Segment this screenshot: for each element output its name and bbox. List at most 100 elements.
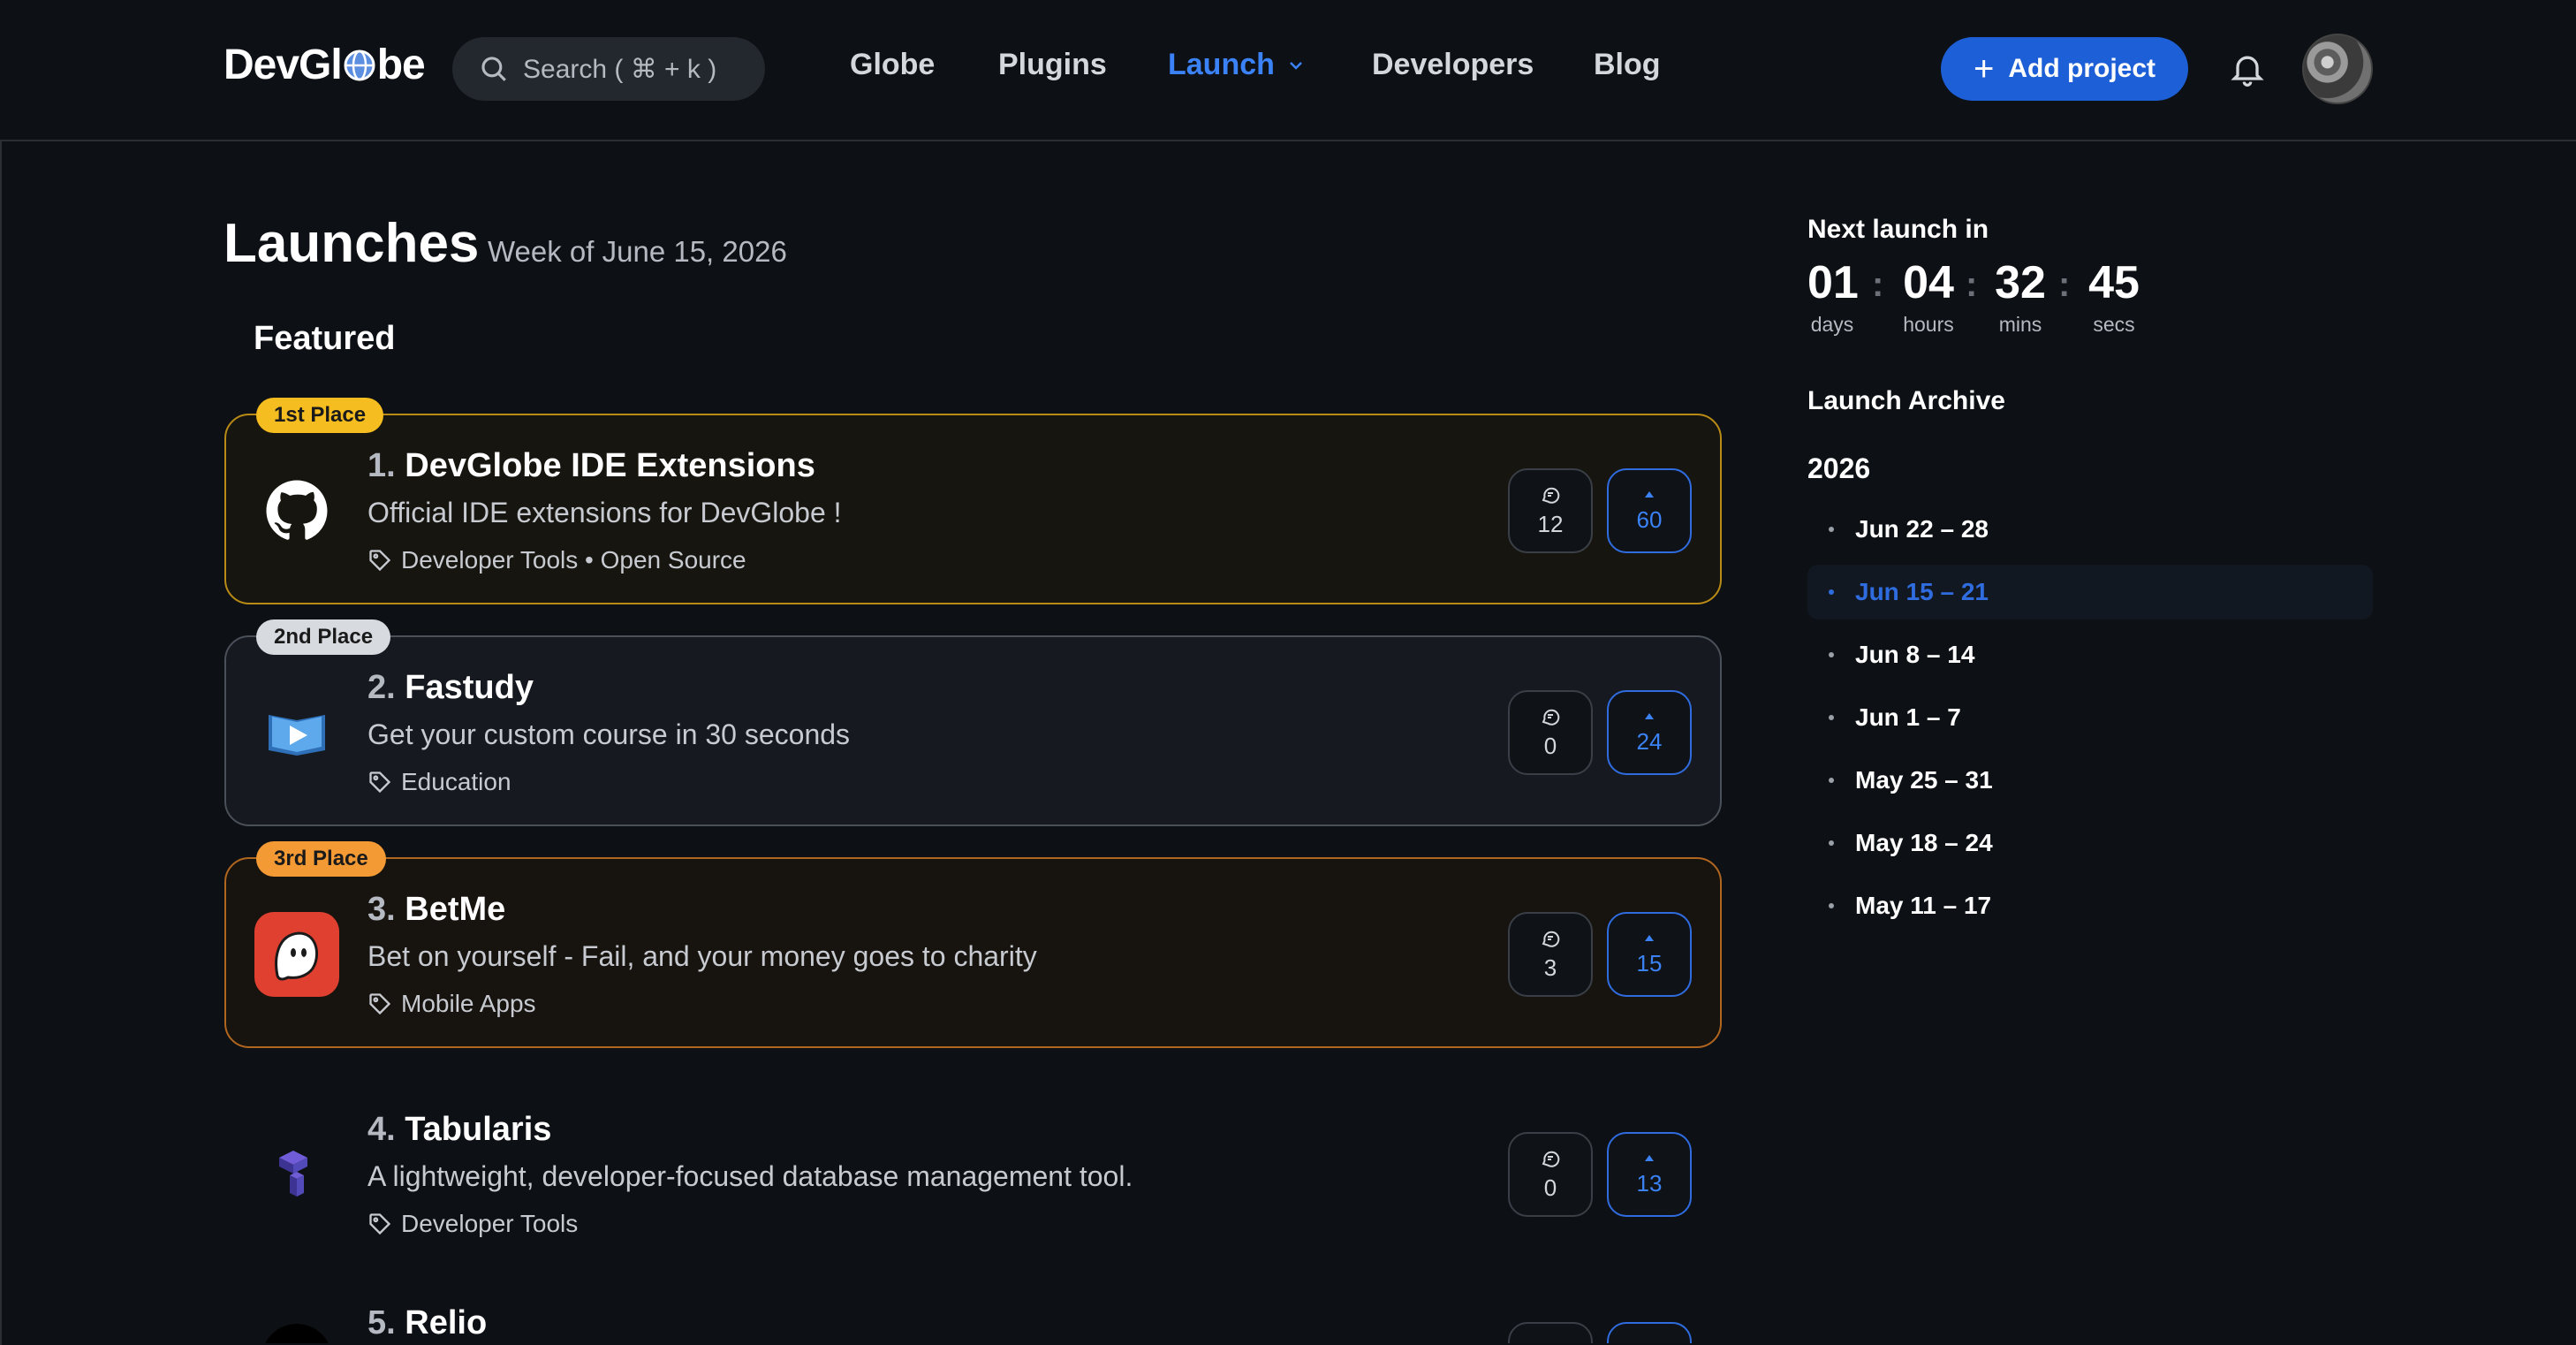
tag-icon — [369, 1213, 391, 1235]
archive-week-item[interactable]: May 18 – 24 — [1807, 816, 2373, 870]
nav-launch[interactable]: Launch — [1168, 48, 1307, 82]
upvote-button[interactable]: 13 — [1607, 1132, 1692, 1217]
upvote-button[interactable]: 60 — [1607, 468, 1692, 553]
archive-week-label: Jun 1 – 7 — [1855, 703, 1961, 731]
tag-icon — [369, 993, 391, 1015]
archive-week-label: Jun 8 – 14 — [1855, 641, 1975, 668]
product-rank: 2. — [367, 669, 396, 706]
top-navbar: DevGl be Search ( ⌘ + k ) Globe Plugins … — [0, 0, 2576, 141]
search-input[interactable]: Search ( ⌘ + k ) — [452, 37, 765, 101]
play-book-icon — [254, 690, 339, 775]
product-title: BetMe — [405, 891, 506, 928]
caret-up-icon — [1645, 1154, 1654, 1161]
comment-icon — [1542, 487, 1560, 504]
comments-button[interactable]: 3 — [1508, 912, 1593, 997]
archive-week-item[interactable]: May 11 – 17 — [1807, 878, 2373, 933]
bullet-icon — [1829, 903, 1834, 908]
launch-card[interactable]: 2nd Place 2. Fastudy Get your custom cou… — [224, 619, 1722, 826]
search-placeholder: Search ( ⌘ + k ) — [523, 54, 717, 84]
countdown-mins-label: mins — [1998, 313, 2042, 336]
circle-logo-icon — [261, 1324, 332, 1343]
nav-launch-label: Launch — [1168, 48, 1275, 81]
product-name[interactable]: 1. DevGlobe IDE Extensions — [367, 447, 815, 485]
search-icon — [481, 57, 506, 81]
countdown-separator: : — [1872, 265, 1884, 304]
launch-card[interactable]: 1st Place 1. DevGlobe IDE Extensions Off… — [224, 398, 1722, 604]
archive-week-label: May 18 – 24 — [1855, 829, 1993, 856]
comments-button[interactable]: 12 — [1508, 468, 1593, 553]
user-avatar[interactable] — [2302, 34, 2373, 104]
product-name[interactable]: 2. Fastudy — [367, 669, 534, 707]
product-title: DevGlobe IDE Extensions — [405, 447, 815, 484]
vote-count: 60 — [1636, 505, 1663, 533]
archive-week-item[interactable]: Jun 8 – 14 — [1807, 627, 2373, 682]
bullet-icon — [1829, 589, 1834, 595]
tag-list[interactable]: Developer Tools — [401, 1210, 578, 1238]
upvote-button[interactable]: 24 — [1607, 690, 1692, 775]
archive-week-item[interactable]: Jun 1 – 7 — [1807, 690, 2373, 745]
bullet-icon — [1829, 778, 1834, 783]
add-project-button[interactable]: + Add project — [1941, 37, 2188, 101]
launch-card[interactable]: 4. Tabularis A lightweight, developer-fo… — [224, 1077, 1722, 1268]
bullet-icon — [1829, 840, 1834, 846]
chevron-down-icon — [1290, 61, 1302, 70]
tag-icon — [369, 771, 391, 794]
upvote-button[interactable] — [1607, 1322, 1692, 1343]
nav-globe[interactable]: Globe — [850, 48, 935, 82]
tag-list[interactable]: Developer Tools • Open Source — [401, 546, 746, 574]
nav-blog[interactable]: Blog — [1594, 48, 1661, 82]
countdown-hours: 04 hours — [1900, 256, 1957, 337]
comment-icon — [1542, 1151, 1560, 1167]
tag-list[interactable]: Mobile Apps — [401, 990, 536, 1018]
add-project-label: Add project — [2008, 54, 2156, 83]
countdown-hours-label: hours — [1903, 313, 1954, 336]
comments-button[interactable]: 0 — [1508, 690, 1593, 775]
product-description: A lightweight, developer-focused databas… — [367, 1160, 1133, 1192]
plus-icon: + — [1973, 49, 1995, 88]
nav-developers[interactable]: Developers — [1372, 48, 1534, 82]
product-rank: 4. — [367, 1111, 396, 1148]
countdown-days-label: days — [1810, 313, 1854, 336]
product-rank: 1. — [367, 447, 396, 484]
upvote-button[interactable]: 15 — [1607, 912, 1692, 997]
github-icon — [254, 468, 339, 553]
tag-icon — [369, 550, 391, 572]
tag-list[interactable]: Education — [401, 768, 511, 796]
product-name[interactable]: 4. Tabularis — [367, 1111, 551, 1149]
archive-week-item[interactable]: Jun 22 – 28 — [1807, 502, 2373, 557]
logo-text-end: be — [376, 42, 426, 88]
product-title: Relio — [405, 1304, 488, 1341]
countdown-days-value: 01 — [1807, 257, 1859, 308]
page-subtitle: Week of June 15, 2026 — [488, 235, 787, 268]
archive-week-item-active[interactable]: Jun 15 – 21 — [1807, 565, 2373, 619]
comment-icon — [1542, 709, 1560, 726]
logo[interactable]: DevGl be — [224, 41, 426, 89]
product-description: Bet on yourself - Fail, and your money g… — [367, 940, 1037, 972]
product-tags: Education — [367, 768, 511, 796]
caret-up-icon — [1645, 934, 1654, 941]
archive-week-item[interactable]: May 25 – 31 — [1807, 753, 2373, 808]
comment-count: 0 — [1543, 1174, 1557, 1201]
countdown-days: 01 days — [1807, 256, 1859, 337]
product-name[interactable]: 3. BetMe — [367, 891, 505, 929]
archive-week-label: Jun 22 – 28 — [1855, 515, 1989, 543]
launch-card[interactable]: 5. Relio — [224, 1297, 1722, 1345]
vote-count: 24 — [1636, 727, 1663, 755]
page-title: Launches — [224, 213, 480, 274]
archive-week-label: May 25 – 31 — [1855, 766, 1993, 794]
comment-count: 12 — [1537, 510, 1564, 537]
product-description: Get your custom course in 30 seconds — [367, 718, 851, 750]
countdown-hours-value: 04 — [1903, 257, 1954, 308]
product-title: Fastudy — [405, 669, 534, 706]
bell-icon[interactable] — [2228, 49, 2267, 88]
comment-count: 0 — [1543, 732, 1557, 759]
comment-count: 3 — [1543, 954, 1557, 981]
caret-up-icon — [1645, 490, 1654, 498]
product-name[interactable]: 5. Relio — [367, 1304, 487, 1342]
nav-plugins[interactable]: Plugins — [998, 48, 1107, 82]
archive-week-label: Jun 15 – 21 — [1855, 578, 1989, 605]
launch-card[interactable]: 3rd Place 3. BetMe Bet on yourself - Fai… — [224, 841, 1722, 1048]
comments-button[interactable] — [1508, 1322, 1593, 1343]
comments-button[interactable]: 0 — [1508, 1132, 1593, 1217]
place-badge: 1st Place — [256, 398, 384, 433]
